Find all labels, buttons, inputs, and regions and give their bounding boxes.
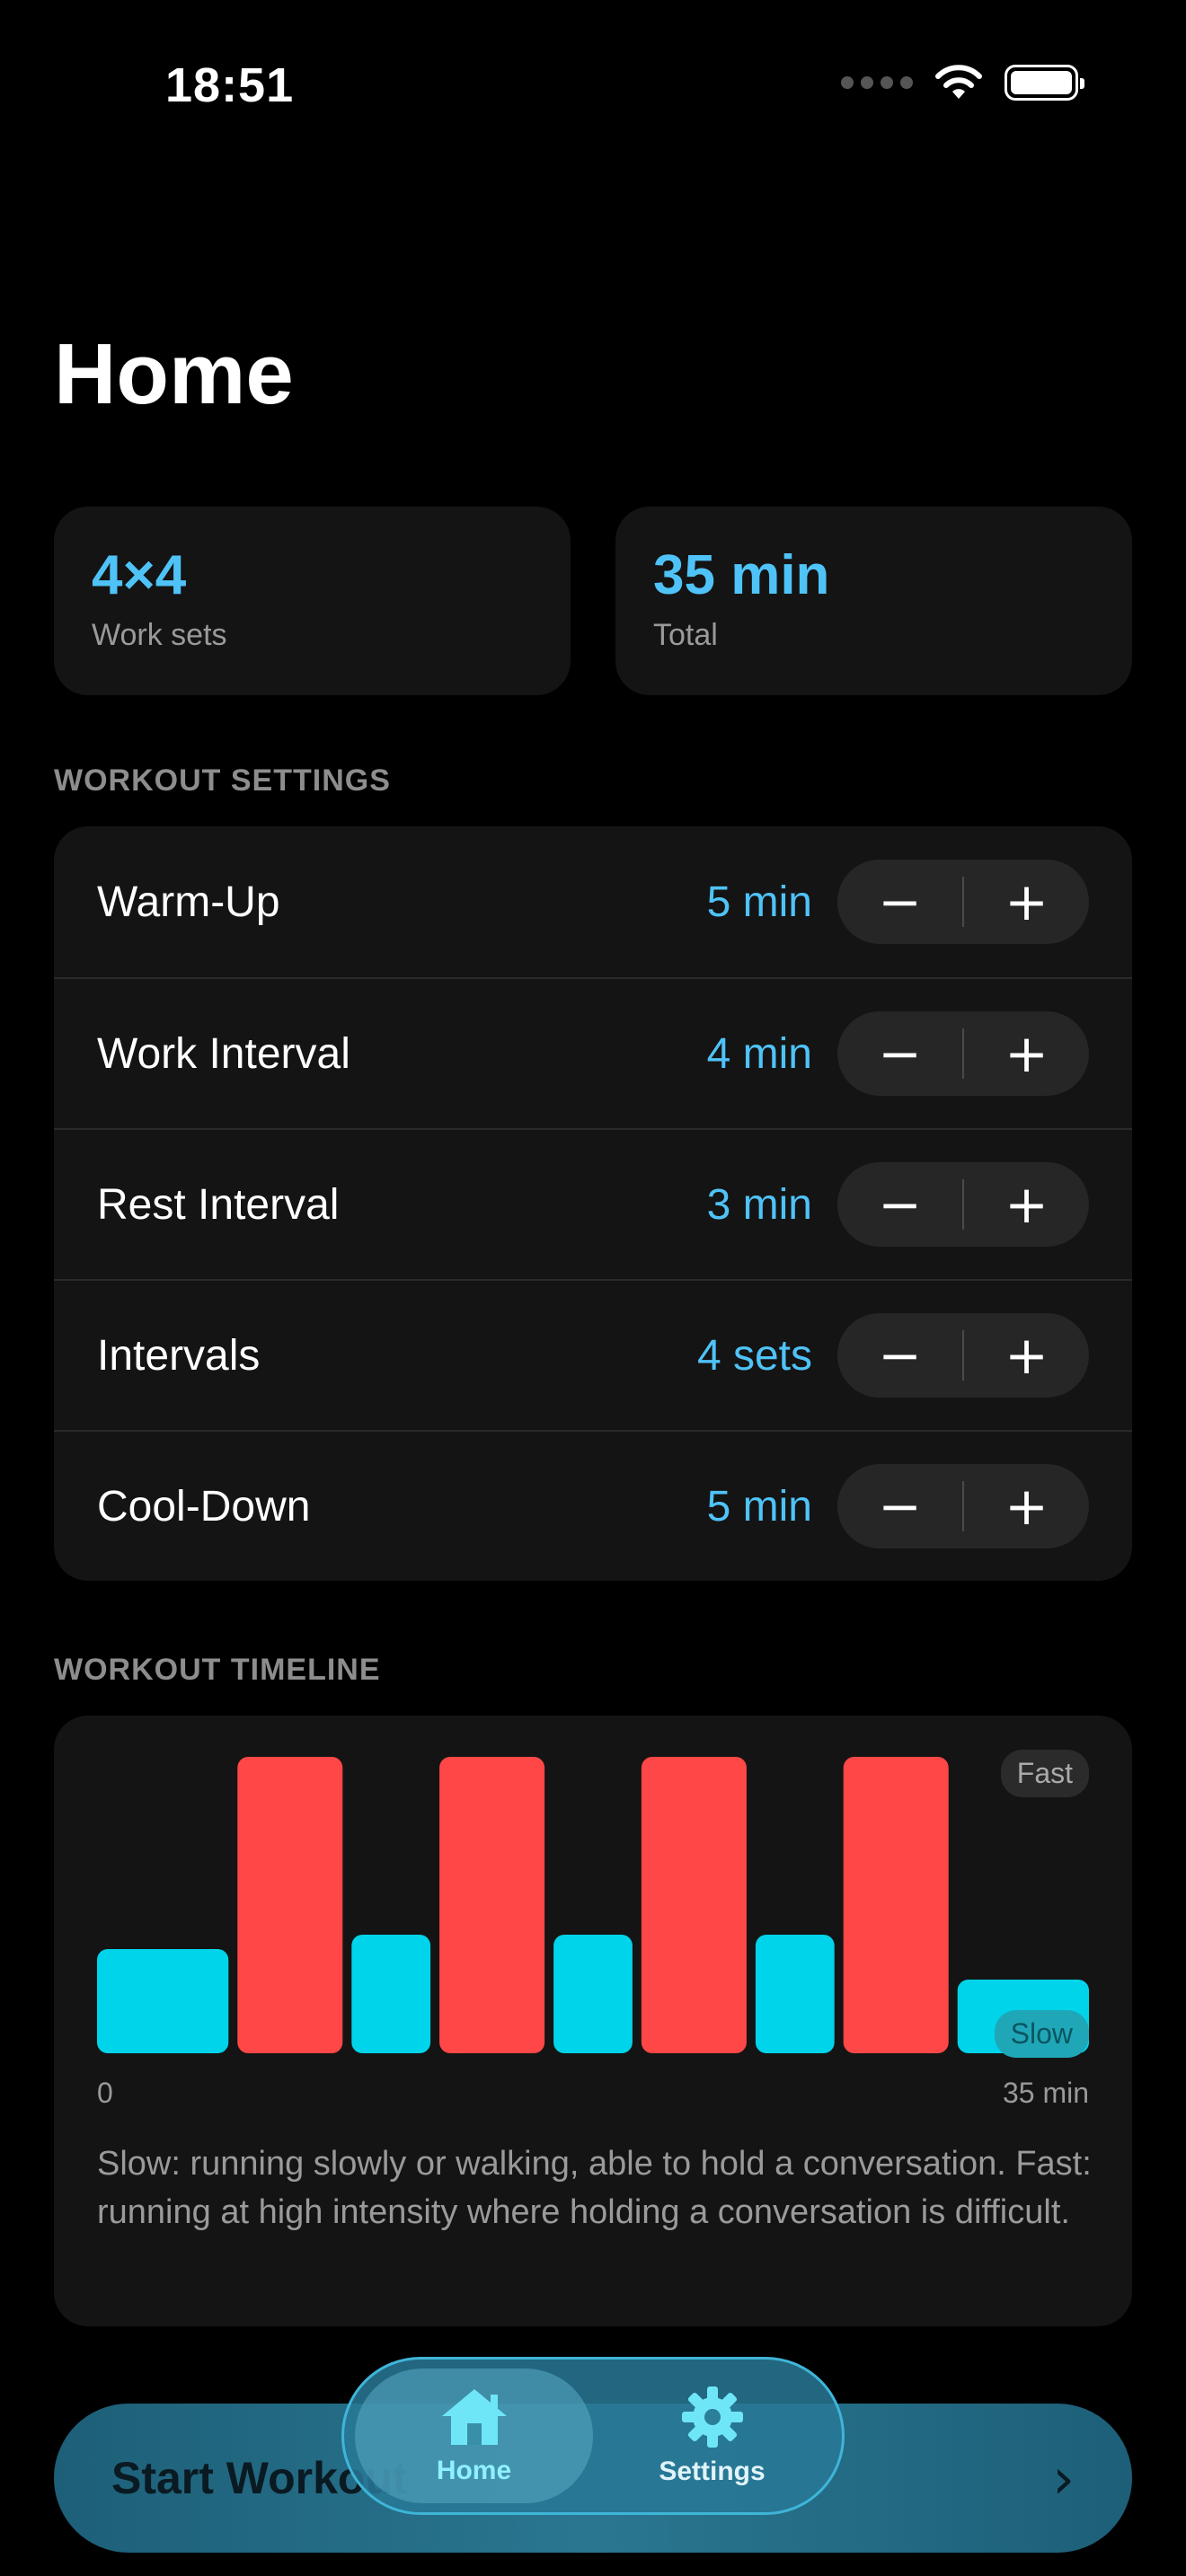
- setting-label: Cool-Down: [97, 1482, 311, 1531]
- timeline-bar-1: [97, 1949, 229, 2053]
- work-sets-card: 4×4 Work sets: [54, 507, 571, 695]
- tab-home[interactable]: Home: [355, 2369, 593, 2503]
- cool-down-stepper: − +: [837, 1464, 1089, 1548]
- work-sets-label: Work sets: [92, 618, 227, 652]
- setting-value: 4 min: [706, 1029, 812, 1078]
- intervals-stepper: − +: [837, 1313, 1089, 1398]
- workout-timeline-title: WORKOUT TIMELINE: [54, 1653, 381, 1687]
- total-time-value: 35 min: [653, 544, 830, 606]
- decrement-button[interactable]: −: [837, 1464, 962, 1548]
- setting-label: Intervals: [97, 1331, 261, 1380]
- decrement-button[interactable]: −: [837, 1162, 962, 1247]
- gear-icon: [681, 2386, 743, 2448]
- setting-row-cool-down: Cool-Down 5 min − +: [54, 1430, 1132, 1581]
- rest-interval-stepper: − +: [837, 1162, 1089, 1247]
- total-time-label: Total: [653, 618, 718, 652]
- workout-settings-title: WORKOUT SETTINGS: [54, 763, 391, 798]
- tab-bar: Home Settings: [341, 2357, 845, 2515]
- work-interval-stepper: − +: [837, 1011, 1089, 1096]
- increment-button[interactable]: +: [964, 860, 1089, 944]
- cellular-icon: [841, 76, 913, 89]
- increment-button[interactable]: +: [964, 1313, 1089, 1398]
- decrement-button[interactable]: −: [837, 860, 962, 944]
- timeline-bar-8: [843, 1757, 949, 2053]
- setting-value: 4 sets: [696, 1331, 812, 1380]
- workout-settings-list: Warm-Up 5 min − + Work Interval 4 min − …: [54, 826, 1132, 1581]
- timeline-bar-2: [237, 1757, 343, 2053]
- page-title: Home: [54, 326, 294, 422]
- setting-value: 5 min: [706, 878, 812, 926]
- axis-start-label: 0: [97, 2077, 113, 2109]
- setting-row-work-interval: Work Interval 4 min − +: [54, 977, 1132, 1128]
- timeline-bar-7: [755, 1935, 835, 2053]
- increment-button[interactable]: +: [964, 1162, 1089, 1247]
- setting-row-intervals: Intervals 4 sets − +: [54, 1279, 1132, 1430]
- slow-chip: Slow: [994, 2010, 1089, 2058]
- increment-button[interactable]: +: [964, 1464, 1089, 1548]
- timeline-bar-3: [351, 1935, 431, 2053]
- tab-home-label: Home: [436, 2456, 512, 2485]
- timeline-chart: [97, 1757, 1089, 2053]
- setting-label: Work Interval: [97, 1029, 350, 1078]
- setting-label: Rest Interval: [97, 1180, 340, 1229]
- wifi-icon: [935, 65, 982, 99]
- increment-button[interactable]: +: [964, 1011, 1089, 1096]
- battery-icon: [1005, 65, 1084, 101]
- status-time: 18:51: [165, 58, 295, 112]
- workout-timeline-card: Fast Slow 0 35 min Slow: running slowly …: [54, 1716, 1132, 2326]
- decrement-button[interactable]: −: [837, 1011, 962, 1096]
- setting-row-rest-interval: Rest Interval 3 min − +: [54, 1128, 1132, 1279]
- fast-chip: Fast: [1000, 1750, 1089, 1797]
- setting-row-warm-up: Warm-Up 5 min − +: [54, 826, 1132, 977]
- status-icons: [841, 63, 1084, 102]
- tab-settings[interactable]: Settings: [593, 2369, 831, 2503]
- decrement-button[interactable]: −: [837, 1313, 962, 1398]
- house-icon: [441, 2389, 507, 2445]
- summary-cards: 4×4 Work sets 35 min Total: [54, 507, 1132, 695]
- setting-value: 3 min: [706, 1180, 812, 1229]
- warm-up-stepper: − +: [837, 860, 1089, 944]
- setting-value: 5 min: [706, 1482, 812, 1531]
- setting-label: Warm-Up: [97, 878, 280, 926]
- timeline-bar-6: [641, 1757, 747, 2053]
- total-time-card: 35 min Total: [615, 507, 1132, 695]
- axis-end-label: 35 min: [1002, 2077, 1089, 2109]
- tab-settings-label: Settings: [659, 2457, 766, 2486]
- timeline-bar-4: [439, 1757, 545, 2053]
- chevron-right-icon: ›: [1052, 2445, 1075, 2511]
- timeline-bar-5: [553, 1935, 633, 2053]
- work-sets-value: 4×4: [92, 544, 187, 606]
- timeline-description: Slow: running slowly or walking, able to…: [97, 2145, 1092, 2231]
